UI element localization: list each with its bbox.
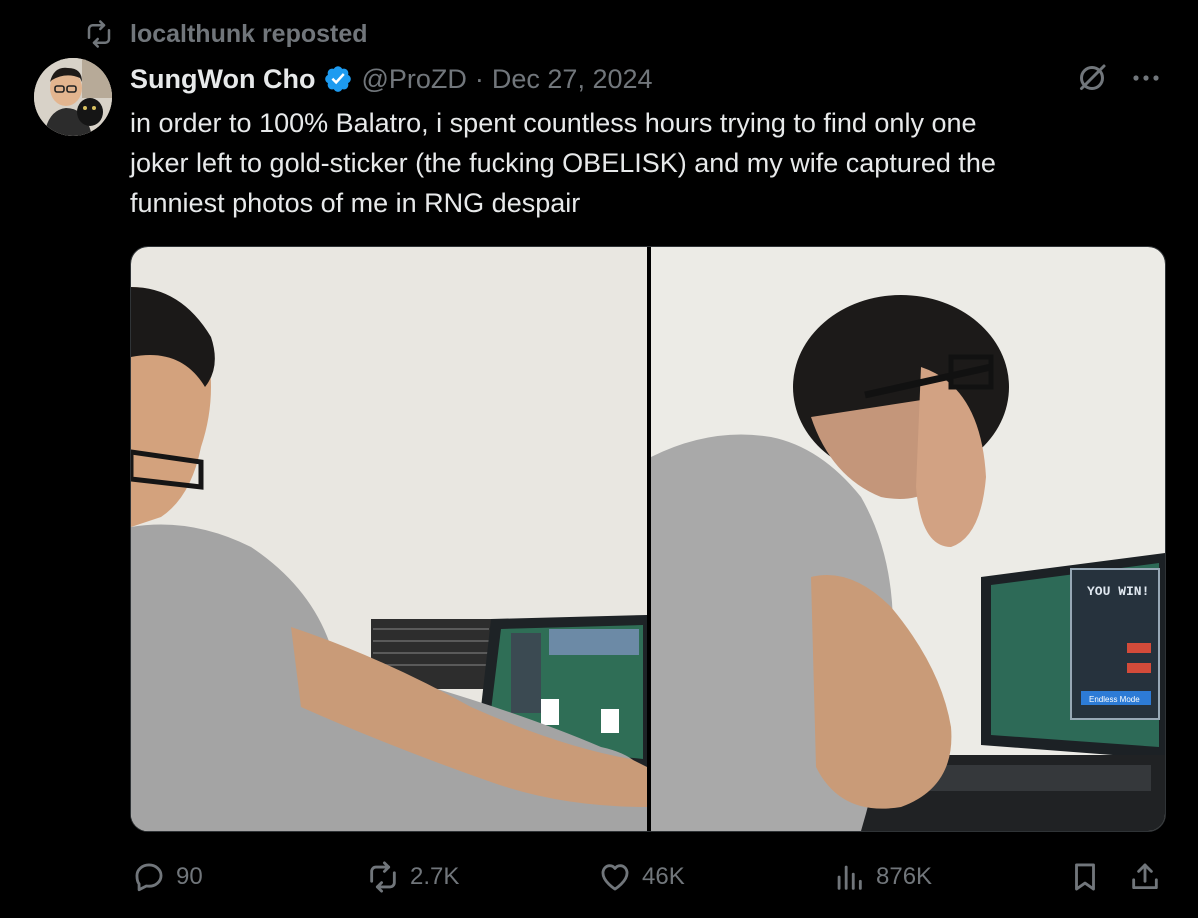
grok-icon[interactable] bbox=[1074, 60, 1110, 96]
repost-icon bbox=[87, 20, 111, 48]
media-grid: YOU WIN! Endless Mode bbox=[130, 246, 1166, 832]
separator: · bbox=[474, 63, 484, 94]
tweet-date[interactable]: Dec 27, 2024 bbox=[492, 64, 653, 95]
author-handle[interactable]: @ProZD bbox=[361, 64, 466, 95]
tweet-text-line: funniest photos of me in RNG despair bbox=[130, 188, 581, 218]
photo-1[interactable] bbox=[131, 247, 647, 831]
more-options-icon[interactable] bbox=[1126, 66, 1166, 90]
tweet-text-line: in order to 100% Balatro, i spent countl… bbox=[130, 108, 977, 138]
views-chart-icon bbox=[837, 865, 862, 890]
tweet-text: in order to 100% Balatro, i spent countl… bbox=[130, 103, 1170, 223]
repost-count: 2.7K bbox=[410, 863, 460, 890]
repost-button[interactable]: 2.7K bbox=[366, 852, 459, 902]
reply-count: 90 bbox=[176, 863, 203, 890]
views-count: 876K bbox=[876, 863, 933, 890]
like-count: 46K bbox=[642, 863, 685, 890]
reply-icon bbox=[135, 863, 163, 892]
tweet-text-line: joker left to gold-sticker (the fucking … bbox=[130, 148, 996, 178]
reply-button[interactable]: 90 bbox=[132, 852, 203, 902]
avatar[interactable] bbox=[34, 58, 112, 136]
photo-2[interactable]: YOU WIN! Endless Mode bbox=[651, 247, 1165, 831]
heart-icon bbox=[601, 864, 629, 891]
repost-label: localthunk reposted bbox=[130, 19, 368, 48]
repost-indicator[interactable]: localthunk reposted bbox=[82, 18, 368, 50]
screen-text: YOU WIN! bbox=[1087, 584, 1149, 599]
action-bar: 90 2.7K 46K 876K bbox=[0, 852, 1198, 902]
screen-button-text: Endless Mode bbox=[1089, 695, 1140, 704]
share-icon[interactable] bbox=[1128, 860, 1162, 894]
author-name[interactable]: SungWon Cho bbox=[130, 64, 315, 95]
repost-icon bbox=[370, 861, 396, 893]
bookmark-icon[interactable] bbox=[1068, 860, 1102, 894]
tweet-header: SungWon Cho @ProZD · Dec 27, 2024 bbox=[130, 60, 653, 98]
like-button[interactable]: 46K bbox=[598, 852, 685, 902]
views-button[interactable]: 876K bbox=[832, 852, 932, 902]
verified-badge-icon[interactable] bbox=[323, 64, 353, 94]
